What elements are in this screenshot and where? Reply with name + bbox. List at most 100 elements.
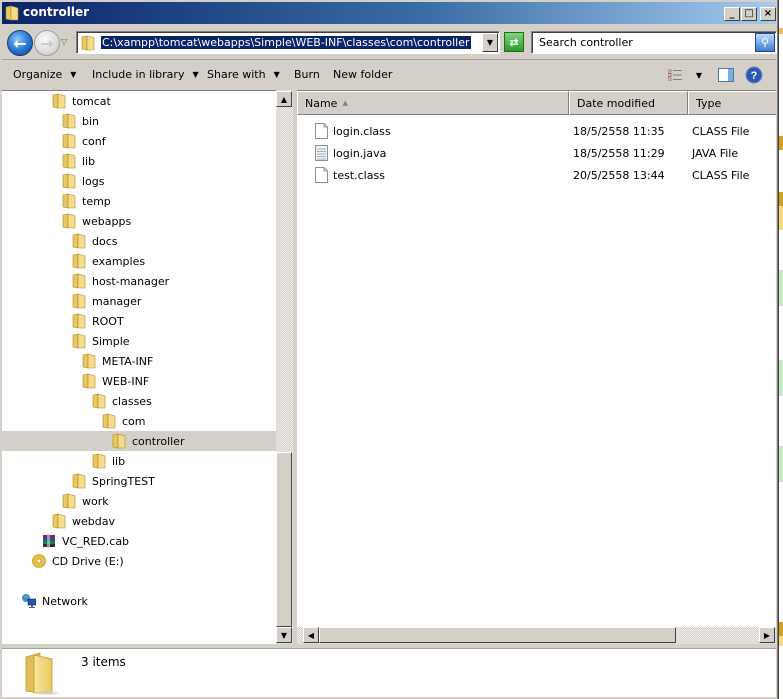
tree-item-controller[interactable]: controller xyxy=(2,431,276,451)
tree-item-examples[interactable]: examples xyxy=(72,251,145,271)
file-list-scrollbar[interactable]: ◀ ▶ xyxy=(297,627,776,644)
tree-item-springtest[interactable]: SpringTEST xyxy=(72,471,155,491)
folder-icon xyxy=(72,233,86,249)
back-arrow-icon: ← xyxy=(13,33,27,53)
address-dropdown-button[interactable]: ▼ xyxy=(482,33,498,52)
file-row[interactable]: login.class 18/5/2558 11:35 CLASS File xyxy=(297,120,776,142)
tree-item-bin[interactable]: bin xyxy=(62,111,99,131)
help-button[interactable]: ? xyxy=(744,65,764,85)
navigation-pane-scrollbar[interactable]: ▲ ▼ xyxy=(276,90,293,644)
tree-item-webapps[interactable]: webapps xyxy=(62,211,131,231)
new-folder-button[interactable]: New folder xyxy=(333,68,392,81)
folder-icon xyxy=(112,433,126,449)
include-in-library-button[interactable]: Include in library ▼ xyxy=(92,68,199,81)
search-button[interactable]: ⚲ xyxy=(755,33,775,52)
column-header-name[interactable]: Name ▲ xyxy=(297,91,569,115)
tree-item-label: Network xyxy=(42,594,88,608)
title-bar[interactable]: controller _ □ × xyxy=(2,2,776,24)
sort-ascending-icon: ▲ xyxy=(342,99,348,107)
tree-item-root[interactable]: ROOT xyxy=(72,311,124,331)
organize-button[interactable]: Organize ▼ xyxy=(13,68,76,81)
back-button[interactable]: ← xyxy=(7,30,33,56)
tree-item-meta-inf[interactable]: META-INF xyxy=(82,351,153,371)
address-path[interactable]: C:\xampp\tomcat\webapps\Simple\WEB-INF\c… xyxy=(101,36,471,49)
details-pane: 3 items xyxy=(2,648,776,697)
tree-item-vc-red-cab[interactable]: VC_RED.cab xyxy=(42,531,129,551)
recent-pages-button[interactable]: ▽ xyxy=(61,38,71,46)
folder-icon xyxy=(72,313,86,329)
chevron-down-icon: ▼ xyxy=(486,38,494,47)
close-button[interactable]: × xyxy=(760,7,776,21)
tree-item-manager[interactable]: manager xyxy=(72,291,141,311)
tree-item-label: tomcat xyxy=(72,94,111,108)
preview-pane-button[interactable] xyxy=(716,65,736,85)
folder-icon xyxy=(92,453,106,469)
view-options-dropdown[interactable]: ▼ xyxy=(692,65,706,85)
tree-item-tomcat[interactable]: tomcat xyxy=(52,91,111,111)
forward-arrow-icon: → xyxy=(40,33,54,53)
tree-item-label: host-manager xyxy=(92,274,170,288)
tree-item-work[interactable]: work xyxy=(62,491,109,511)
tree-item-label: docs xyxy=(92,234,118,248)
folder-icon xyxy=(82,353,96,369)
folder-icon xyxy=(62,133,76,149)
tree-item-logs[interactable]: logs xyxy=(62,171,105,191)
address-bar[interactable]: C:\xampp\tomcat\webapps\Simple\WEB-INF\c… xyxy=(76,31,500,54)
column-date-label: Date modified xyxy=(577,97,655,110)
tree-item-network[interactable]: Network xyxy=(22,591,88,611)
search-input[interactable]: Search controller ⚲ xyxy=(531,31,777,54)
tree-item-conf[interactable]: conf xyxy=(62,131,106,151)
archive-icon xyxy=(43,534,55,548)
folder-icon xyxy=(72,293,86,309)
tree-item-docs[interactable]: docs xyxy=(72,231,118,251)
column-header-type[interactable]: Type xyxy=(688,91,776,115)
file-name: test.class xyxy=(333,169,385,182)
tree-item-label: webdav xyxy=(72,514,115,528)
folder-icon xyxy=(52,513,66,529)
file-type: CLASS File xyxy=(692,125,750,138)
search-icon: ⚲ xyxy=(760,36,770,49)
minimize-button[interactable]: _ xyxy=(724,7,740,21)
refresh-button[interactable]: ⇄ xyxy=(504,32,524,52)
folder-icon xyxy=(72,333,86,349)
tree-item-lib[interactable]: lib xyxy=(92,451,125,471)
file-row[interactable]: test.class 20/5/2558 13:44 CLASS File xyxy=(297,164,776,186)
change-view-button[interactable] xyxy=(666,65,684,85)
tree-item-host-manager[interactable]: host-manager xyxy=(72,271,169,291)
search-placeholder: Search controller xyxy=(539,36,633,49)
tree-item-com[interactable]: com xyxy=(102,411,146,431)
tree-item-lib[interactable]: lib xyxy=(62,151,95,171)
tree-item-web-inf[interactable]: WEB-INF xyxy=(82,371,149,391)
tree-item-temp[interactable]: temp xyxy=(62,191,111,211)
scrollbar-thumb[interactable] xyxy=(319,627,676,643)
folder-icon xyxy=(62,493,76,509)
refresh-icon: ⇄ xyxy=(509,35,519,49)
burn-button[interactable]: Burn xyxy=(294,68,320,81)
navigation-pane: tomcat bin conf lib logs temp webapps docs examp… xyxy=(2,90,278,644)
tree-item-cd-drive-e[interactable]: CD Drive (E:) xyxy=(32,551,124,571)
tree-item-label: webapps xyxy=(82,214,132,228)
network-icon xyxy=(22,594,36,608)
include-in-library-label: Include in library xyxy=(92,68,185,81)
tree-item-webdav[interactable]: webdav xyxy=(52,511,115,531)
column-header-date-modified[interactable]: Date modified xyxy=(569,91,688,115)
share-with-button[interactable]: Share with ▼ xyxy=(207,68,280,81)
tree-item-label: bin xyxy=(82,114,100,128)
tree-item-label: temp xyxy=(82,194,111,208)
arrow-left-icon: ◀ xyxy=(307,630,315,640)
tree-item-label: logs xyxy=(82,174,105,188)
tree-item-label: VC_RED.cab xyxy=(62,534,130,548)
tree-item-simple[interactable]: Simple xyxy=(72,331,130,351)
tree-item-label: controller xyxy=(132,434,185,448)
tree-item-label: META-INF xyxy=(102,354,154,368)
forward-button[interactable]: → xyxy=(34,30,60,56)
file-row[interactable]: login.java 18/5/2558 11:29 JAVA File xyxy=(297,142,776,164)
arrow-up-icon: ▲ xyxy=(280,94,288,104)
scroll-up-button[interactable]: ▲ xyxy=(276,91,292,107)
scrollbar-thumb[interactable] xyxy=(276,452,292,627)
scroll-left-button[interactable]: ◀ xyxy=(303,627,319,643)
scroll-down-button[interactable]: ▼ xyxy=(276,627,292,643)
maximize-button[interactable]: □ xyxy=(741,7,757,21)
tree-item-classes[interactable]: classes xyxy=(92,391,152,411)
scroll-right-button[interactable]: ▶ xyxy=(759,627,775,643)
